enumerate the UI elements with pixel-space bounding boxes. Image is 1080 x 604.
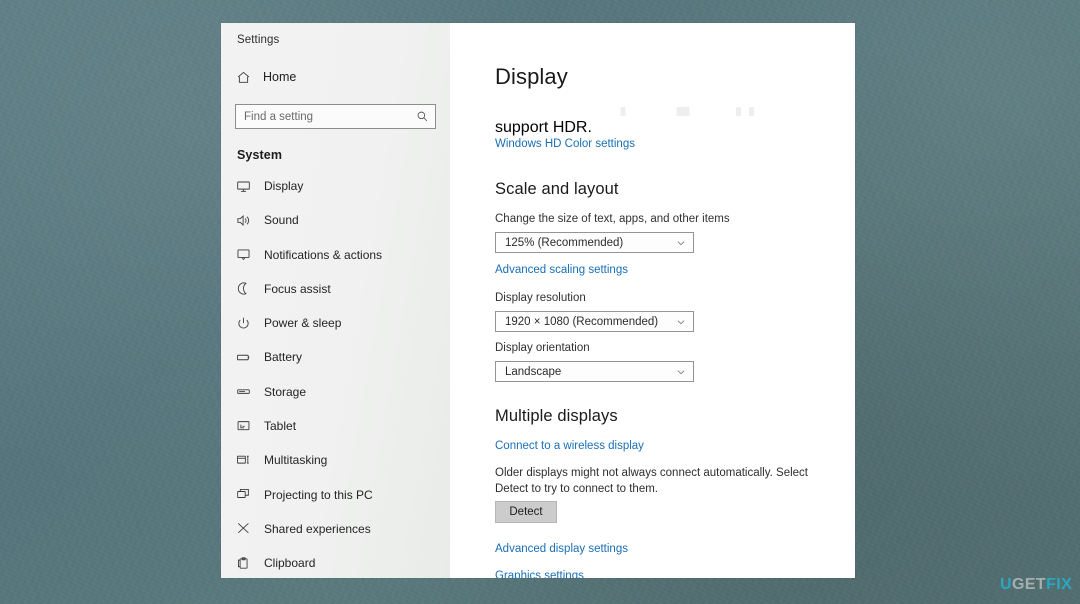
sidebar-item-sound-label: Sound <box>264 213 299 228</box>
scale-size-value: 125% (Recommended) <box>505 236 624 249</box>
scrolled-text-artifact <box>495 107 825 116</box>
content-pane: Display support HDR. Windows HD Color se… <box>450 23 855 578</box>
storage-icon <box>235 384 251 400</box>
sidebar-item-power-sleep[interactable]: Power & sleep <box>221 311 450 335</box>
display-orientation-label: Display orientation <box>495 342 590 354</box>
sidebar: Settings Home System <box>221 23 450 578</box>
multiple-displays-heading: Multiple displays <box>495 407 618 425</box>
speaker-icon <box>235 212 251 228</box>
search-box[interactable] <box>235 104 436 129</box>
sidebar-item-multitasking[interactable]: Multitasking <box>221 448 450 472</box>
display-resolution-dropdown[interactable]: 1920 × 1080 (Recommended) <box>495 311 694 332</box>
scale-size-label: Change the size of text, apps, and other… <box>495 213 730 225</box>
sidebar-item-storage[interactable]: Storage <box>221 380 450 404</box>
advanced-display-settings-link[interactable]: Advanced display settings <box>495 543 628 555</box>
sidebar-item-sound[interactable]: Sound <box>221 208 450 232</box>
advanced-scaling-settings-link[interactable]: Advanced scaling settings <box>495 264 628 276</box>
watermark-part-2: GET <box>1011 576 1047 593</box>
detect-button[interactable]: Detect <box>495 501 557 523</box>
tablet-icon <box>235 418 251 434</box>
connect-wireless-display-link[interactable]: Connect to a wireless display <box>495 440 644 452</box>
monitor-icon <box>235 178 251 194</box>
sidebar-item-display[interactable]: Display <box>221 174 450 198</box>
ugetfix-watermark: UGETFIX <box>1000 576 1072 594</box>
sidebar-item-storage-label: Storage <box>264 384 307 399</box>
graphics-settings-link[interactable]: Graphics settings <box>495 570 584 578</box>
battery-icon <box>235 349 251 365</box>
windows-hd-color-settings-link[interactable]: Windows HD Color settings <box>495 138 635 150</box>
clipboard-icon <box>235 555 251 571</box>
search-input[interactable] <box>244 110 415 123</box>
project-icon <box>235 487 251 503</box>
sidebar-item-home-label: Home <box>263 70 297 84</box>
sidebar-item-projecting-label: Projecting to this PC <box>264 487 373 502</box>
settings-window: Settings Home System <box>221 23 855 578</box>
sidebar-item-shared-experiences[interactable]: Shared experiences <box>221 517 450 541</box>
notification-icon <box>235 247 251 263</box>
sidebar-item-notifications-label: Notifications & actions <box>264 247 383 262</box>
sidebar-item-battery[interactable]: Battery <box>221 345 450 369</box>
chevron-down-icon <box>676 238 686 248</box>
sidebar-item-multitasking-label: Multitasking <box>264 453 328 468</box>
sidebar-item-notifications[interactable]: Notifications & actions <box>221 243 450 267</box>
display-resolution-label: Display resolution <box>495 292 586 304</box>
sidebar-item-tablet-label: Tablet <box>264 419 297 434</box>
moon-icon <box>235 281 251 297</box>
watermark-part-3: FIX <box>1046 576 1073 593</box>
power-icon <box>235 315 251 331</box>
sidebar-item-home[interactable]: Home <box>221 62 450 92</box>
page-title: Display <box>495 64 568 89</box>
sidebar-item-display-label: Display <box>264 179 304 193</box>
sidebar-item-clipboard[interactable]: Clipboard <box>221 551 450 575</box>
sidebar-item-power-sleep-label: Power & sleep <box>264 316 342 331</box>
sidebar-item-focus-assist[interactable]: Focus assist <box>221 277 450 301</box>
sidebar-item-focus-assist-label: Focus assist <box>264 281 331 296</box>
scale-and-layout-heading: Scale and layout <box>495 180 619 198</box>
search-icon[interactable] <box>415 110 429 124</box>
hdr-support-text: support HDR. <box>495 119 592 136</box>
chevron-down-icon <box>676 367 686 377</box>
scale-size-dropdown[interactable]: 125% (Recommended) <box>495 232 694 253</box>
sidebar-nav-list: Display Sound Notifications & actions Fo… <box>221 174 450 575</box>
chevron-down-icon <box>676 317 686 327</box>
display-orientation-dropdown[interactable]: Landscape <box>495 361 694 382</box>
watermark-part-1: U <box>1000 576 1012 593</box>
home-icon <box>235 69 251 85</box>
sidebar-item-clipboard-label: Clipboard <box>264 556 316 571</box>
share-icon <box>235 521 251 537</box>
multitasking-icon <box>235 452 251 468</box>
sidebar-group-title: System <box>237 148 283 162</box>
display-orientation-value: Landscape <box>505 365 562 378</box>
display-resolution-value: 1920 × 1080 (Recommended) <box>505 315 659 328</box>
window-title: Settings <box>237 34 280 46</box>
sidebar-item-shared-experiences-label: Shared experiences <box>264 521 371 536</box>
sidebar-item-tablet[interactable]: Tablet <box>221 414 450 438</box>
sidebar-item-projecting[interactable]: Projecting to this PC <box>221 483 450 507</box>
multiple-displays-description: Older displays might not always connect … <box>495 467 808 495</box>
sidebar-item-battery-label: Battery <box>264 350 303 365</box>
